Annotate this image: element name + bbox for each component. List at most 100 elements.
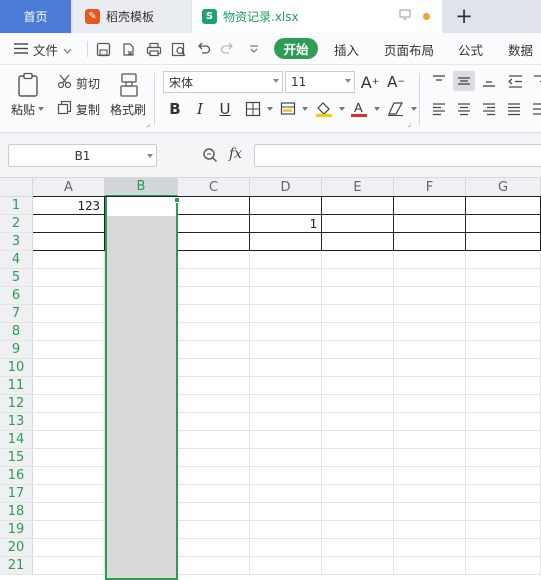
cell-e15[interactable] xyxy=(322,449,394,467)
cell-e1[interactable] xyxy=(322,197,394,215)
row-header-21[interactable]: 21 xyxy=(0,557,33,575)
cell-a17[interactable] xyxy=(33,485,105,503)
font-launcher-icon[interactable]: ⌟ xyxy=(407,119,411,129)
cell-e21[interactable] xyxy=(322,557,394,575)
cell-g6[interactable] xyxy=(466,287,541,305)
cell-e6[interactable] xyxy=(322,287,394,305)
row-header-2[interactable]: 2 xyxy=(0,215,33,233)
cell-f1[interactable] xyxy=(394,197,466,215)
cell-d16[interactable] xyxy=(250,467,322,485)
cell-c1[interactable] xyxy=(178,197,250,215)
tab-file[interactable]: S 物资记录.xlsx xyxy=(192,0,442,33)
cell-f18[interactable] xyxy=(394,503,466,521)
column-header-a[interactable]: A xyxy=(33,178,105,197)
cell-g2[interactable] xyxy=(466,215,541,233)
font-name-select[interactable]: 宋体 xyxy=(163,71,283,93)
undo-icon[interactable] xyxy=(195,41,212,57)
increase-font-icon[interactable]: A + xyxy=(360,72,380,92)
underline-icon[interactable]: U xyxy=(215,99,235,119)
cell-a1[interactable]: 123 xyxy=(33,197,105,215)
cell-d2[interactable]: 1 xyxy=(250,215,322,233)
cell-d15[interactable] xyxy=(250,449,322,467)
cell-a12[interactable] xyxy=(33,395,105,413)
cell-f8[interactable] xyxy=(394,323,466,341)
cell-e2[interactable] xyxy=(322,215,394,233)
format-painter-button[interactable]: 格式刷 xyxy=(110,101,146,117)
cell-e16[interactable] xyxy=(322,467,394,485)
cell-a11[interactable] xyxy=(33,377,105,395)
cell-c6[interactable] xyxy=(178,287,250,305)
cell-c18[interactable] xyxy=(178,503,250,521)
cell-d9[interactable] xyxy=(250,341,322,359)
row-header-12[interactable]: 12 xyxy=(0,395,33,413)
menu-tab-insert[interactable]: 插入 xyxy=(334,33,359,65)
cell-a20[interactable] xyxy=(33,539,105,557)
paste-button[interactable]: 粘贴 xyxy=(11,101,45,117)
column-header-g[interactable]: G xyxy=(466,178,541,197)
align-center-icon[interactable] xyxy=(454,99,474,119)
font-size-select[interactable]: 11 xyxy=(285,71,355,93)
clear-format-icon[interactable] xyxy=(386,99,406,119)
column-header-f[interactable]: F xyxy=(394,178,466,197)
cell-d11[interactable] xyxy=(250,377,322,395)
cell-e7[interactable] xyxy=(322,305,394,323)
row-header-15[interactable]: 15 xyxy=(0,449,33,467)
tab-template[interactable]: ✎ 稻壳模板 xyxy=(73,0,191,33)
chevron-down-icon[interactable] xyxy=(374,107,380,111)
cell-a4[interactable] xyxy=(33,251,105,269)
cell-e18[interactable] xyxy=(322,503,394,521)
cell-a7[interactable] xyxy=(33,305,105,323)
cell-a2[interactable] xyxy=(33,215,105,233)
cell-g14[interactable] xyxy=(466,431,541,449)
zoom-search-icon[interactable] xyxy=(202,147,218,163)
clipboard-launcher-icon[interactable]: ⌟ xyxy=(146,119,150,129)
print-preview-icon[interactable] xyxy=(170,41,187,57)
cell-f7[interactable] xyxy=(394,305,466,323)
cell-a16[interactable] xyxy=(33,467,105,485)
cell-c12[interactable] xyxy=(178,395,250,413)
cell-c3[interactable] xyxy=(178,233,250,251)
cell-c14[interactable] xyxy=(178,431,250,449)
cell-g10[interactable] xyxy=(466,359,541,377)
cell-c17[interactable] xyxy=(178,485,250,503)
cell-g9[interactable] xyxy=(466,341,541,359)
cell-c19[interactable] xyxy=(178,521,250,539)
column-header-b[interactable]: B xyxy=(105,178,178,197)
cell-f9[interactable] xyxy=(394,341,466,359)
row-header-1[interactable]: 1 xyxy=(0,197,33,215)
cell-d20[interactable] xyxy=(250,539,322,557)
cell-a18[interactable] xyxy=(33,503,105,521)
cell-g5[interactable] xyxy=(466,269,541,287)
cell-c13[interactable] xyxy=(178,413,250,431)
cell-c9[interactable] xyxy=(178,341,250,359)
cell-d5[interactable] xyxy=(250,269,322,287)
cell-f3[interactable] xyxy=(394,233,466,251)
spreadsheet-grid[interactable]: A B C D E F G 1 123 2 1 3 4 5 6 7 8 9 10 11 12 13 14 15 16 17 18 19… xyxy=(0,178,541,580)
align-top-icon[interactable] xyxy=(429,71,449,91)
increase-indent-icon[interactable] xyxy=(530,71,541,91)
row-header-5[interactable]: 5 xyxy=(0,269,33,287)
cell-a9[interactable] xyxy=(33,341,105,359)
cell-f10[interactable] xyxy=(394,359,466,377)
bold-icon[interactable]: B xyxy=(165,99,185,119)
cell-g17[interactable] xyxy=(466,485,541,503)
cell-g1[interactable] xyxy=(466,197,541,215)
chevron-down-icon[interactable] xyxy=(302,107,308,111)
cell-a14[interactable] xyxy=(33,431,105,449)
row-header-10[interactable]: 10 xyxy=(0,359,33,377)
cell-f21[interactable] xyxy=(394,557,466,575)
cell-d21[interactable] xyxy=(250,557,322,575)
row-header-3[interactable]: 3 xyxy=(0,233,33,251)
decrease-font-icon[interactable]: A − xyxy=(386,72,406,92)
cell-d14[interactable] xyxy=(250,431,322,449)
select-all-corner[interactable] xyxy=(0,178,33,197)
cell-e13[interactable] xyxy=(322,413,394,431)
menu-tab-data[interactable]: 数据 xyxy=(508,33,533,65)
cell-c10[interactable] xyxy=(178,359,250,377)
cell-g4[interactable] xyxy=(466,251,541,269)
cell-g3[interactable] xyxy=(466,233,541,251)
cell-c20[interactable] xyxy=(178,539,250,557)
cell-e17[interactable] xyxy=(322,485,394,503)
cell-a3[interactable] xyxy=(33,233,105,251)
cell-d3[interactable] xyxy=(250,233,322,251)
